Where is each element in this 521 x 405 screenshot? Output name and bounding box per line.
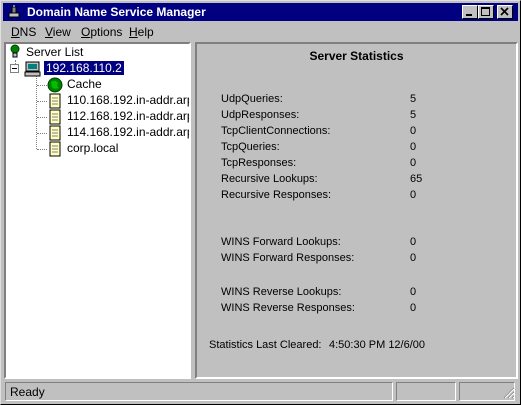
tree-connector: [37, 133, 47, 135]
tree-connector: [37, 117, 47, 119]
zone-document-icon: [49, 125, 61, 141]
stat-label: Recursive Lookups:: [221, 173, 318, 185]
minimize-button[interactable]: [462, 5, 478, 19]
menu-dns[interactable]: DNS: [11, 25, 36, 39]
tree-item-zone[interactable]: 114.168.192.in-addr.arpa: [67, 125, 189, 139]
stat-value: 0: [410, 125, 417, 137]
stat-value: 0: [410, 302, 417, 314]
zone-document-icon: [49, 109, 61, 125]
stats-title: Server Statistics: [309, 49, 404, 63]
stat-value: 0: [410, 286, 417, 298]
menu-view[interactable]: View: [45, 25, 71, 39]
stat-label: Recursive Responses:: [221, 189, 332, 201]
stat-value: 5: [410, 93, 417, 105]
server-statistics-panel: Server Statistics UdpQueries: 5 UdpRespo…: [195, 42, 518, 379]
close-icon: [500, 7, 509, 16]
stat-label: TcpQueries:: [221, 141, 280, 153]
stat-label: WINS Forward Lookups:: [221, 236, 341, 248]
stats-cleared-label: Statistics Last Cleared:: [209, 339, 322, 351]
stat-label: WINS Reverse Responses:: [221, 302, 355, 314]
tree-connector: [37, 85, 47, 87]
server-computer-icon: [24, 61, 41, 77]
menu-options[interactable]: Options: [81, 25, 122, 39]
zone-document-icon: [49, 93, 61, 109]
tree-item-zone[interactable]: corp.local: [67, 141, 118, 155]
stat-label: TcpResponses:: [221, 157, 297, 169]
maximize-button[interactable]: [478, 5, 494, 19]
stat-value: 5: [410, 109, 417, 121]
cache-globe-icon: [47, 77, 63, 93]
tree-root-server-list[interactable]: Server List: [26, 45, 83, 59]
server-tree[interactable]: Server List 192.168.110.2 Cache 110.168.…: [4, 42, 191, 379]
tree-connector: [37, 149, 47, 151]
stats-cleared-value: 4:50:30 PM 12/6/00: [329, 339, 426, 351]
tree-connector: [37, 101, 47, 103]
stat-label: WINS Reverse Lookups:: [221, 286, 342, 298]
dns-manager-icon: [8, 5, 20, 18]
dns-manager-window: Domain Name Service Manager DNS View Opt…: [0, 0, 521, 405]
maximize-icon: [481, 7, 490, 16]
status-text: Ready: [5, 382, 393, 401]
tree-item-zone[interactable]: 110.168.192.in-addr.arpa: [67, 93, 189, 107]
stat-label: UdpQueries:: [221, 93, 283, 105]
size-grip-icon[interactable]: [503, 387, 515, 399]
tree-server-node[interactable]: 192.168.110.2: [44, 61, 124, 75]
server-list-icon: [10, 44, 20, 58]
stat-value: 0: [410, 236, 417, 248]
tree-item-cache[interactable]: Cache: [67, 77, 102, 91]
stat-value: 0: [410, 189, 417, 201]
collapse-icon[interactable]: [10, 64, 20, 74]
menu-help[interactable]: Help: [129, 25, 154, 39]
stat-value: 0: [410, 157, 417, 169]
stat-value: 0: [410, 141, 417, 153]
window-title: Domain Name Service Manager: [27, 5, 206, 19]
menu-bar: DNS View Options Help: [3, 23, 518, 41]
stat-value: 0: [410, 252, 417, 264]
stat-label: TcpClientConnections:: [221, 125, 331, 137]
status-pane: [396, 382, 456, 401]
minimize-icon: [466, 14, 472, 16]
zone-document-icon: [49, 141, 61, 157]
stat-label: WINS Forward Responses:: [221, 252, 355, 264]
stat-value: 65: [410, 173, 423, 185]
title-bar[interactable]: Domain Name Service Manager: [3, 3, 518, 21]
stat-label: UdpResponses:: [221, 109, 300, 121]
tree-item-zone[interactable]: 112.168.192.in-addr.arpa: [67, 109, 189, 123]
close-button[interactable]: [497, 5, 513, 19]
status-bar: Ready: [3, 382, 518, 402]
